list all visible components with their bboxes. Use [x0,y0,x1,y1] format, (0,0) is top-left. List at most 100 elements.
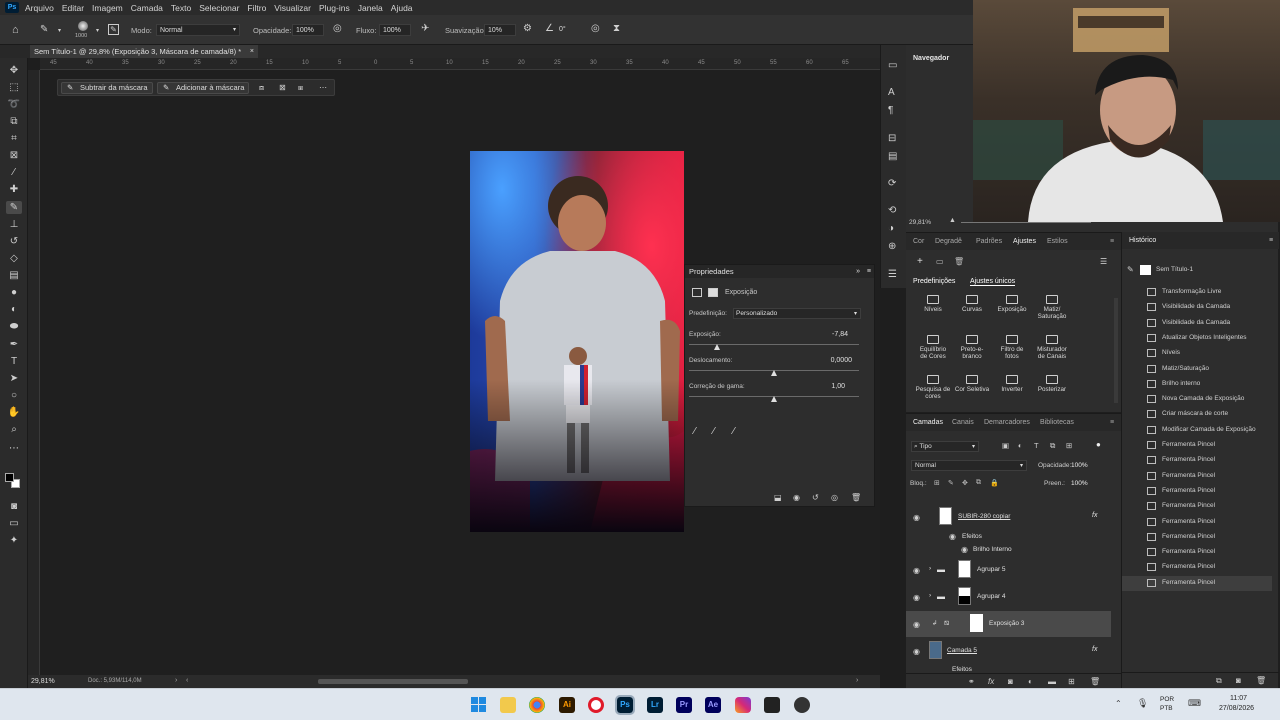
adjustment-item[interactable]: Cor Seletiva [952,375,992,393]
chevron-down-icon[interactable]: ▾ [96,26,99,36]
history-item[interactable]: Ferramenta Pincel [1122,575,1272,591]
adjustment-item[interactable]: Níveis [913,295,953,313]
filter-adjustment-icon[interactable]: ◐ [1018,441,1023,450]
history-item[interactable]: Ferramenta Pincel [1122,438,1272,453]
menu-filtro[interactable]: Filtro [247,3,266,13]
history-snapshot[interactable]: ✎ Sem Título-1 [1122,263,1272,278]
eyedropper-tool-icon[interactable]: ⁄ [6,166,22,179]
layer-opacity-value[interactable]: 100% [1071,462,1088,469]
clock-date[interactable]: 27/08/2026 [1219,705,1254,712]
pressure-size-icon[interactable]: ◎ [591,24,600,34]
tab-padroes[interactable]: Padrões [976,238,1002,245]
paragraph-icon[interactable]: ¶ [888,105,893,116]
chevron-down-icon[interactable]: ▾ [58,26,61,36]
layer-mask-icon[interactable] [708,288,718,297]
view-previous-icon[interactable]: ◉ [793,493,800,503]
network-icon[interactable]: ⌨ [1188,698,1201,709]
effects-row[interactable]: Efeitos [906,665,1111,673]
gear-icon[interactable]: ⚙ [523,24,532,34]
chevron-right-icon[interactable]: › [929,592,931,599]
panel-menu-icon[interactable]: ≡ [867,265,871,278]
file-explorer-icon[interactable] [500,697,516,713]
language-line-1[interactable]: POR [1160,696,1174,703]
history-item[interactable]: Ferramenta Pincel [1122,530,1272,545]
eraser-tool-icon[interactable]: ◇ [6,252,22,265]
mask-settings-icon[interactable]: ⧈ [259,83,264,93]
generative-icon[interactable]: ✦ [6,534,22,547]
adjustment-item[interactable]: Equilíbrio de Cores [913,335,953,360]
history-item[interactable]: Ferramenta Pincel [1122,469,1272,484]
history-item[interactable]: Transformação Livre [1122,285,1272,300]
gray-point-eyedropper-icon[interactable]: ⁄ [713,427,715,437]
layer-filter-select[interactable]: ⌕ Tipo ▾ [911,441,979,452]
subtab-ajustes-unicos[interactable]: Ajustes únicos [970,278,1016,286]
horizontal-scrollbar-thumb[interactable] [318,679,468,684]
shape-tool-icon[interactable]: ○ [6,389,22,402]
info-icon[interactable]: ⊕ [888,241,896,252]
camera-icon[interactable]: ◙ [1236,676,1241,685]
path-select-tool-icon[interactable]: ➤ [6,372,22,385]
sponge-tool-icon[interactable]: ⬬ [6,320,22,333]
link-layers-icon[interactable]: ⚭ [968,677,975,686]
brush-tool-icon[interactable]: ✎ [40,25,48,35]
language-line-2[interactable]: PTB [1160,705,1173,712]
instagram-icon[interactable] [735,697,751,713]
tab-camadas[interactable]: Camadas [913,419,943,426]
fx-badge[interactable]: fx [1092,512,1097,519]
add-mask-icon[interactable]: ◙ [1008,677,1013,686]
move-tool-icon[interactable]: ✥ [6,64,22,77]
exposure-slider-thumb[interactable] [714,344,721,350]
character-icon[interactable]: A [888,87,895,98]
layer-row-selected[interactable]: ◉ ↲ ⧅ Exposição 3 [906,611,1111,637]
obs-icon[interactable] [794,697,810,713]
brush-settings-icon[interactable]: ✎ [108,24,119,35]
after-effects-icon[interactable]: Ae [705,697,721,713]
adjustment-item[interactable]: Inverter [992,375,1032,393]
chevron-right-icon[interactable]: › [175,677,177,684]
new-group-icon[interactable]: ▬ [1048,677,1056,686]
mode-select[interactable]: Normal ▾ [156,24,240,36]
folder-icon[interactable]: ▭ [936,257,944,266]
menu-janela[interactable]: Janela [358,3,383,13]
chrome-icon[interactable] [529,697,545,713]
libraries-icon[interactable]: ◑ [888,223,894,234]
new-layer-icon[interactable]: ⊞ [1068,677,1075,686]
brush-preview-icon[interactable] [78,21,88,31]
new-document-icon[interactable]: ⧉ [1216,676,1222,686]
add-style-icon[interactable]: fx [988,677,994,686]
tab-canais[interactable]: Canais [952,419,974,426]
clip-to-layer-icon[interactable]: ⬓ [774,493,782,503]
quick-mask-icon[interactable]: ◙ [6,500,22,513]
filter-type-icon[interactable]: T [1034,441,1039,450]
frame-tool-icon[interactable]: ⊠ [6,149,22,162]
actions-icon[interactable]: ⟲ [888,205,896,216]
tab-bibliotecas[interactable]: Bibliotecas [1040,419,1074,426]
pressure-opacity-icon[interactable]: ◎ [333,24,342,34]
zoom-out-icon[interactable]: ▲ [949,217,956,224]
lasso-tool-icon[interactable]: ➰ [6,98,22,111]
lock-position-icon[interactable]: ✥ [962,479,968,487]
history-item[interactable]: Ferramenta Pincel [1122,453,1272,468]
eye-icon[interactable]: ◉ [913,620,920,629]
chevron-up-icon[interactable]: ⌃ [1115,699,1122,708]
subtract-from-mask-button[interactable]: ✎ Subtrair da máscara [61,82,153,94]
zoom-tool-icon[interactable]: ⌕ [6,423,22,436]
menu-editar[interactable]: Editar [62,3,84,13]
history-item[interactable]: Atualizar Objetos Inteligentes [1122,331,1272,346]
exposure-value[interactable]: -7,84 [818,330,848,340]
more-tools-icon[interactable]: ⋯ [6,442,22,455]
lock-transparency-icon[interactable]: ⊞ [934,479,940,487]
history-item[interactable]: Visibilidade da Camada [1122,316,1272,331]
foreground-color-swatch[interactable] [5,473,14,482]
history-item[interactable]: Ferramenta Pincel [1122,545,1272,560]
eye-icon[interactable]: ◉ [913,513,920,522]
history-item[interactable]: Nova Camada de Exposição [1122,392,1272,407]
adjustment-item[interactable]: Exposição [992,295,1032,313]
filter-shape-icon[interactable]: ⧉ [1050,441,1055,451]
menu-visualizar[interactable]: Visualizar [274,3,311,13]
history-item[interactable]: Ferramenta Pincel [1122,560,1272,575]
adjustment-item[interactable]: Preto-e-branco [952,335,992,360]
history-item[interactable]: Visibilidade da Camada [1122,300,1272,315]
history-item[interactable]: Modificar Camada de Exposição [1122,423,1272,438]
airbrush-icon[interactable]: ✈ [421,24,429,34]
